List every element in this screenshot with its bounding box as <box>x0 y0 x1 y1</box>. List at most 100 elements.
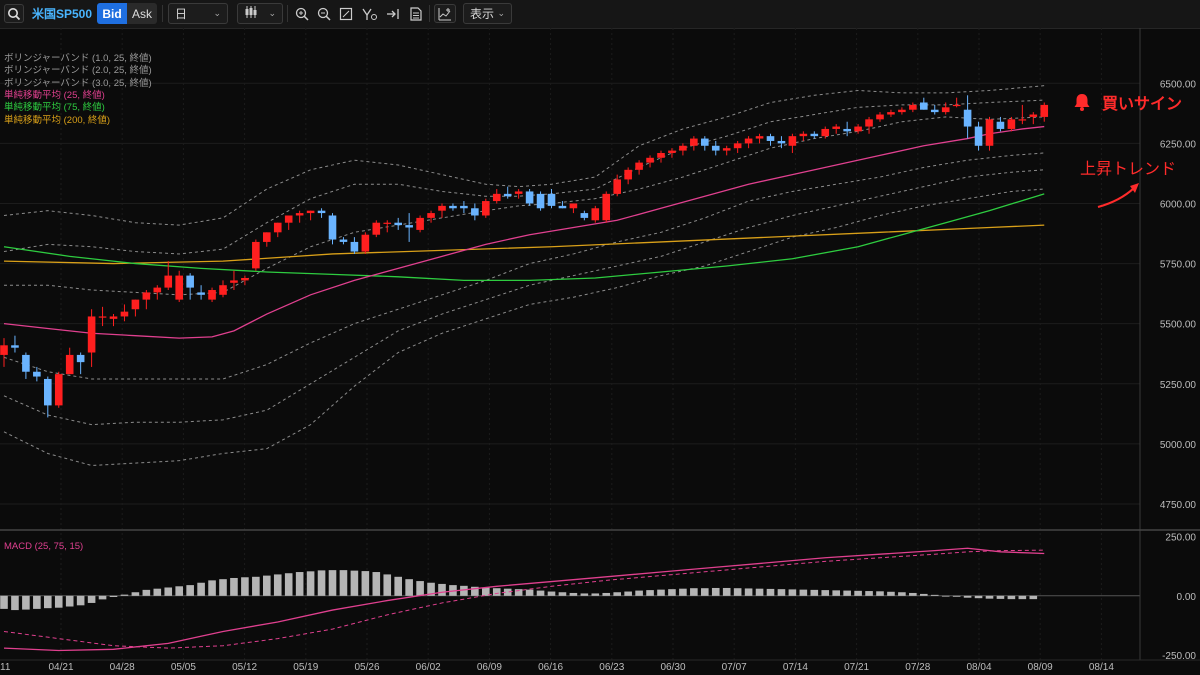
candle-body <box>701 138 709 146</box>
y-tick-label: 5750.00 <box>1160 260 1197 271</box>
candle-body <box>460 205 468 209</box>
macd-histogram-bar <box>722 587 731 596</box>
uptrend-annotation: 上昇トレンド <box>1080 161 1177 178</box>
zoom-out-icon[interactable] <box>314 4 334 23</box>
toolbar: 米国SP500 Bid Ask 日 ⌄ ⌄ 表示 ⌄ <box>0 0 1200 29</box>
macd-histogram-bar <box>208 580 216 596</box>
macd-histogram-bar <box>930 594 939 596</box>
candle-body <box>788 136 797 146</box>
macd-line <box>3 547 1045 652</box>
macd-histogram-bar <box>492 588 501 596</box>
macd-histogram-bar <box>602 592 611 596</box>
search-icon[interactable] <box>4 4 24 23</box>
candle-body <box>624 169 632 180</box>
macd-histogram-bar <box>788 589 797 596</box>
macd-histogram-bar <box>438 583 446 596</box>
legend-entry[interactable]: 単純移動平均 (200, 終値) <box>4 112 110 126</box>
scroll-end-icon[interactable] <box>383 4 403 23</box>
candle-body <box>142 292 151 300</box>
macd-histogram-bar <box>252 576 260 596</box>
y-tick-label: 6500.00 <box>1160 79 1197 90</box>
macd-histogram-bar <box>164 587 173 596</box>
macd-histogram-bar <box>985 595 994 599</box>
candle-body <box>306 210 315 214</box>
macd-histogram-bar <box>372 572 381 596</box>
macd-histogram-bar <box>876 591 884 596</box>
candle-body <box>941 107 950 113</box>
macd-histogram-bar <box>22 595 30 610</box>
macd-histogram-bar <box>230 577 238 596</box>
macd-histogram-bar <box>701 588 709 596</box>
candle-body <box>317 210 326 214</box>
candle-body <box>241 277 249 281</box>
macd-histogram-bar <box>591 593 600 596</box>
candle-body <box>263 232 271 242</box>
macd-histogram-bar <box>941 595 950 597</box>
document-icon[interactable] <box>406 4 426 23</box>
macd-histogram-bar <box>306 571 315 596</box>
macd-histogram-bar <box>383 574 392 596</box>
x-tick-label: 08/04 <box>966 662 991 673</box>
candle-body <box>33 371 41 377</box>
symbol-label[interactable]: 米国SP500 <box>30 3 94 24</box>
candle-body <box>777 140 786 144</box>
macd-histogram-bar <box>974 595 983 599</box>
candle-body <box>197 292 205 295</box>
x-tick-label: 04/28 <box>110 662 135 673</box>
x-tick-label: 05/19 <box>293 662 318 673</box>
candle-body <box>755 136 764 139</box>
ask-button[interactable]: Ask <box>127 3 157 24</box>
macd-y-tick-label: -250.00 <box>1162 651 1196 662</box>
candle-body <box>87 316 96 353</box>
symbol-text: 米国SP500 <box>31 7 93 21</box>
x-tick-label: 06/30 <box>660 662 685 673</box>
candle-body <box>952 104 961 107</box>
macd-histogram-bar <box>613 592 621 596</box>
timeframe-value: 日 <box>175 7 188 21</box>
macd-histogram-bar <box>186 585 194 596</box>
candle-body <box>832 126 840 129</box>
fit-icon[interactable] <box>336 4 356 23</box>
sma200-line <box>3 224 1045 265</box>
candle-body <box>580 213 589 218</box>
macd-histogram-bar <box>11 595 19 611</box>
x-tick-label: 11 <box>0 662 11 673</box>
timeframe-select[interactable]: 日 ⌄ <box>168 3 228 24</box>
moving-averages <box>3 125 1045 339</box>
x-tick-label: 06/09 <box>477 662 502 673</box>
candle-body <box>492 193 501 202</box>
x-tick-label: 07/14 <box>783 662 808 673</box>
candle-body <box>120 311 129 317</box>
macd-histogram-bar <box>810 589 819 596</box>
chart-type-select[interactable]: ⌄ <box>237 3 283 24</box>
macd-histogram-bar <box>646 590 654 596</box>
y-tick-label: 6250.00 <box>1160 139 1197 150</box>
chart-area[interactable]: 4750.00 5000.00 5250.00 5500.00 5750.00 6000.… <box>0 28 1200 675</box>
candle-body <box>219 285 227 295</box>
candle-body <box>328 215 337 240</box>
bid-button[interactable]: Bid <box>97 3 127 24</box>
candle-body <box>722 148 731 151</box>
add-indicator-icon[interactable] <box>434 4 456 23</box>
macd-histogram-bar <box>1018 595 1027 600</box>
x-tick-label: 08/09 <box>1028 662 1053 673</box>
candle-body <box>821 128 830 137</box>
chevron-down-icon: ⌄ <box>497 8 505 18</box>
macd-y-tick-label: 250.00 <box>1165 532 1196 543</box>
candle-body <box>98 316 107 318</box>
macd-histogram-bar <box>733 588 742 596</box>
display-menu-button[interactable]: 表示 ⌄ <box>463 3 512 24</box>
candle-body <box>613 179 621 194</box>
macd-histogram-bar <box>109 595 118 597</box>
candle-body <box>547 193 556 206</box>
macd-histogram-bar <box>580 593 589 596</box>
chevron-down-icon: ⌄ <box>213 8 221 18</box>
x-tick-label: 07/07 <box>722 662 747 673</box>
macd-histogram-bar <box>284 573 293 596</box>
macd-histogram-bar <box>996 595 1005 599</box>
candle-body <box>131 299 140 310</box>
crosshair-icon[interactable] <box>360 4 380 23</box>
zoom-in-icon[interactable] <box>292 4 312 23</box>
chevron-down-icon: ⌄ <box>268 8 276 18</box>
macd-histogram-bar <box>197 582 205 596</box>
